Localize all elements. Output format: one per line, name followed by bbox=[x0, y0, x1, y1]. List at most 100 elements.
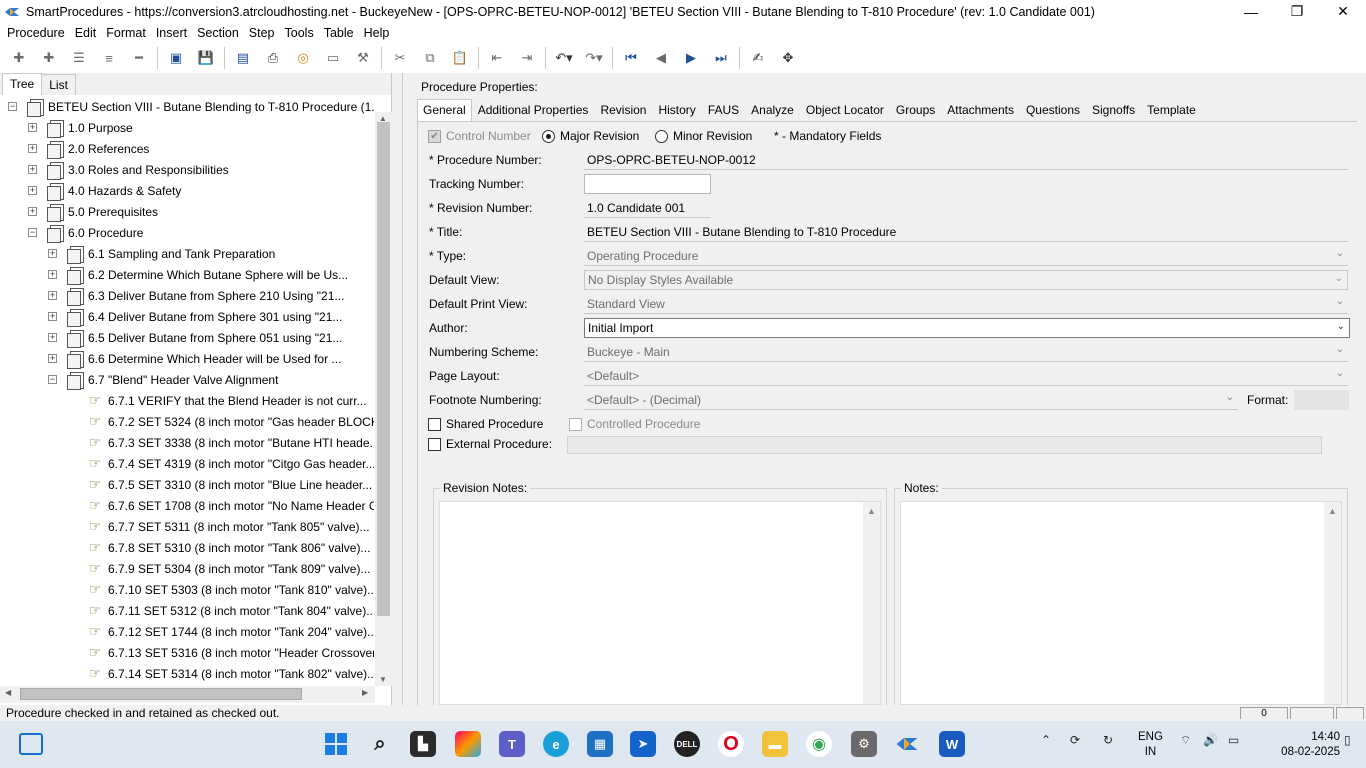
tree-node[interactable]: ☞ 6.7.7 SET 5311 (8 inch motor "Tank 805"… bbox=[68, 516, 370, 537]
tree-node[interactable]: +1.0 Purpose bbox=[28, 117, 133, 138]
tree-node[interactable]: ☞ 6.7.2 SET 5324 (8 inch motor "Gas heade… bbox=[68, 411, 374, 432]
menu-step[interactable]: Step bbox=[244, 26, 280, 40]
external-procedure-checkbox[interactable]: External Procedure: bbox=[428, 437, 552, 451]
scroll-right-icon[interactable]: ▶ bbox=[362, 688, 368, 697]
scroll-thumb[interactable] bbox=[377, 122, 390, 616]
format-field[interactable] bbox=[1294, 390, 1349, 410]
scroll-up-icon[interactable]: ▲ bbox=[867, 506, 876, 516]
tree-node[interactable]: +3.0 Roles and Responsibilities bbox=[28, 159, 229, 180]
search-icon[interactable]: ⌕ bbox=[367, 731, 393, 757]
save-icon[interactable]: 💾 bbox=[195, 47, 217, 69]
preview-icon[interactable]: ▭ bbox=[322, 47, 344, 69]
outdent-icon[interactable]: ⇤ bbox=[486, 47, 508, 69]
spellcheck-icon[interactable]: ✍ bbox=[747, 47, 769, 69]
dell-icon[interactable]: DELL bbox=[674, 731, 700, 757]
notes-scrollbar[interactable]: ▲ bbox=[1324, 502, 1341, 704]
store-icon[interactable]: ▦ bbox=[587, 731, 613, 757]
tree-node[interactable]: +6.5 Deliver Butane from Sphere 051 usin… bbox=[48, 327, 342, 348]
shared-procedure-checkbox[interactable]: Shared Procedure bbox=[428, 417, 543, 431]
control-number-checkbox[interactable]: ✔ Control Number bbox=[428, 129, 531, 143]
tree-node[interactable]: − 6.7 "Blend" Header Valve Alignment bbox=[48, 369, 278, 390]
indent-list-icon[interactable]: ≡ bbox=[98, 47, 120, 69]
tree-node[interactable]: ☞ 6.7.3 SET 3338 (8 inch motor "Butane HT… bbox=[68, 432, 374, 453]
chevron-up-icon[interactable]: ⌃ bbox=[1041, 733, 1051, 747]
tree-node[interactable]: ☞ 6.7.6 SET 1708 (8 inch motor "No Name H… bbox=[68, 495, 374, 516]
tab-analyze[interactable]: Analyze bbox=[745, 99, 800, 121]
teams-icon[interactable]: T bbox=[499, 731, 525, 757]
publish-icon[interactable]: ▤ bbox=[232, 47, 254, 69]
remote-app-icon[interactable]: ⚙ bbox=[851, 731, 877, 757]
tree-node[interactable]: +4.0 Hazards & Safety bbox=[28, 180, 181, 201]
tree-node[interactable]: ☞ 6.7.14 SET 5314 (8 inch motor "Tank 802… bbox=[68, 663, 374, 684]
redo-icon[interactable]: ↷▾ bbox=[583, 47, 605, 69]
tree-node[interactable]: +2.0 References bbox=[28, 138, 149, 159]
volume-icon[interactable]: 🔊 bbox=[1203, 733, 1218, 747]
minus-icon[interactable]: ━ bbox=[128, 47, 150, 69]
task-view-icon[interactable]: ▙ bbox=[410, 731, 436, 757]
scroll-left-icon[interactable]: ◀ bbox=[5, 688, 11, 697]
footnote-numbering-select[interactable]: <Default> - (Decimal) ⌄ bbox=[584, 390, 1238, 410]
major-revision-radio[interactable]: Major Revision bbox=[542, 129, 639, 143]
expand-icon[interactable]: + bbox=[28, 186, 37, 195]
tab-object-locator[interactable]: Object Locator bbox=[800, 99, 890, 121]
add-child-icon[interactable]: ✚ bbox=[38, 47, 60, 69]
tree-horizontal-scrollbar[interactable]: ◀ ▶ bbox=[0, 686, 375, 703]
default-view-select[interactable]: No Display Styles Available ⌄ bbox=[584, 270, 1348, 290]
tree-node[interactable]: +6.6 Determine Which Header will be Used… bbox=[48, 348, 341, 369]
save-open-icon[interactable]: ▣ bbox=[165, 47, 187, 69]
tree-node[interactable]: ☞ 6.7.12 SET 1744 (8 inch motor "Tank 204… bbox=[68, 621, 374, 642]
tab-template[interactable]: Template bbox=[1141, 99, 1202, 121]
expand-icon[interactable]: + bbox=[48, 270, 57, 279]
minor-revision-radio[interactable]: Minor Revision bbox=[655, 129, 752, 143]
tree-node[interactable]: +6.2 Determine Which Butane Sphere will … bbox=[48, 264, 348, 285]
tree-node[interactable]: ☞ 6.7.11 SET 5312 (8 inch motor "Tank 804… bbox=[68, 600, 374, 621]
add-sibling-icon[interactable]: ✚ bbox=[8, 47, 30, 69]
collapse-icon[interactable]: − bbox=[28, 228, 37, 237]
menu-help[interactable]: Help bbox=[359, 26, 395, 40]
revision-notes-textarea[interactable]: ▲ bbox=[439, 501, 881, 705]
scroll-up-icon[interactable]: ▲ bbox=[1328, 506, 1337, 516]
list-icon[interactable]: ☰ bbox=[68, 47, 90, 69]
undo-icon[interactable]: ↶▾ bbox=[553, 47, 575, 69]
smartprocedures-icon[interactable] bbox=[894, 731, 920, 757]
clock[interactable]: 14:40 08-02-2025 bbox=[1281, 730, 1340, 760]
collapse-icon[interactable]: − bbox=[8, 102, 17, 111]
tree-node[interactable]: − BETEU Section VIII - Butane Blending to… bbox=[8, 96, 374, 117]
tab-groups[interactable]: Groups bbox=[890, 99, 941, 121]
edge-icon[interactable]: e bbox=[543, 731, 569, 757]
copilot-icon[interactable] bbox=[455, 731, 481, 757]
tab-additional-properties[interactable]: Additional Properties bbox=[472, 99, 595, 121]
tab-list[interactable]: List bbox=[41, 74, 76, 95]
tree-node[interactable]: ☞ 6.7.5 SET 3310 (8 inch motor "Blue Line… bbox=[68, 474, 373, 495]
revision-notes-scrollbar[interactable]: ▲ bbox=[863, 502, 880, 704]
menu-insert[interactable]: Insert bbox=[151, 26, 192, 40]
next-icon[interactable]: ▶ bbox=[680, 47, 702, 69]
tree-node[interactable]: +6.4 Deliver Butane from Sphere 301 usin… bbox=[48, 306, 342, 327]
language-indicator[interactable]: ENG IN bbox=[1138, 730, 1163, 760]
notifications-icon[interactable]: ▯ bbox=[1344, 733, 1351, 747]
author-select[interactable]: Initial Import ⌄ bbox=[584, 318, 1350, 338]
type-select[interactable]: Operating Procedure ⌄ bbox=[584, 246, 1348, 266]
revision-number-field[interactable]: 1.0 Candidate 001 bbox=[584, 198, 711, 218]
tab-signoffs[interactable]: Signoffs bbox=[1086, 99, 1141, 121]
controlled-procedure-checkbox[interactable]: Controlled Procedure bbox=[569, 417, 700, 431]
word-icon[interactable]: W bbox=[939, 731, 965, 757]
battery-icon[interactable]: ▭ bbox=[1228, 733, 1239, 747]
external-procedure-field[interactable] bbox=[567, 436, 1322, 454]
tree-node[interactable]: ☞ 6.7.10 SET 5303 (8 inch motor "Tank 810… bbox=[68, 579, 374, 600]
close-button[interactable]: ✕ bbox=[1320, 0, 1366, 23]
scroll-down-icon[interactable]: ▼ bbox=[379, 675, 387, 684]
file-explorer-icon[interactable]: ▬ bbox=[762, 731, 788, 757]
tab-questions[interactable]: Questions bbox=[1020, 99, 1086, 121]
restore-button[interactable]: ❐ bbox=[1274, 0, 1320, 23]
page-layout-select[interactable]: <Default> ⌄ bbox=[584, 366, 1348, 386]
copy-icon[interactable]: ⧉ bbox=[419, 47, 441, 69]
tab-tree[interactable]: Tree bbox=[2, 73, 43, 95]
minimize-button[interactable]: — bbox=[1228, 0, 1274, 23]
tree-node[interactable]: +6.3 Deliver Butane from Sphere 210 Usin… bbox=[48, 285, 344, 306]
expand-icon[interactable]: + bbox=[48, 291, 57, 300]
opera-icon[interactable]: O bbox=[718, 731, 744, 757]
scroll-thumb[interactable] bbox=[20, 688, 302, 700]
expand-icon[interactable]: + bbox=[48, 354, 57, 363]
tree-node[interactable]: ☞ 6.7.8 SET 5310 (8 inch motor "Tank 806"… bbox=[68, 537, 371, 558]
